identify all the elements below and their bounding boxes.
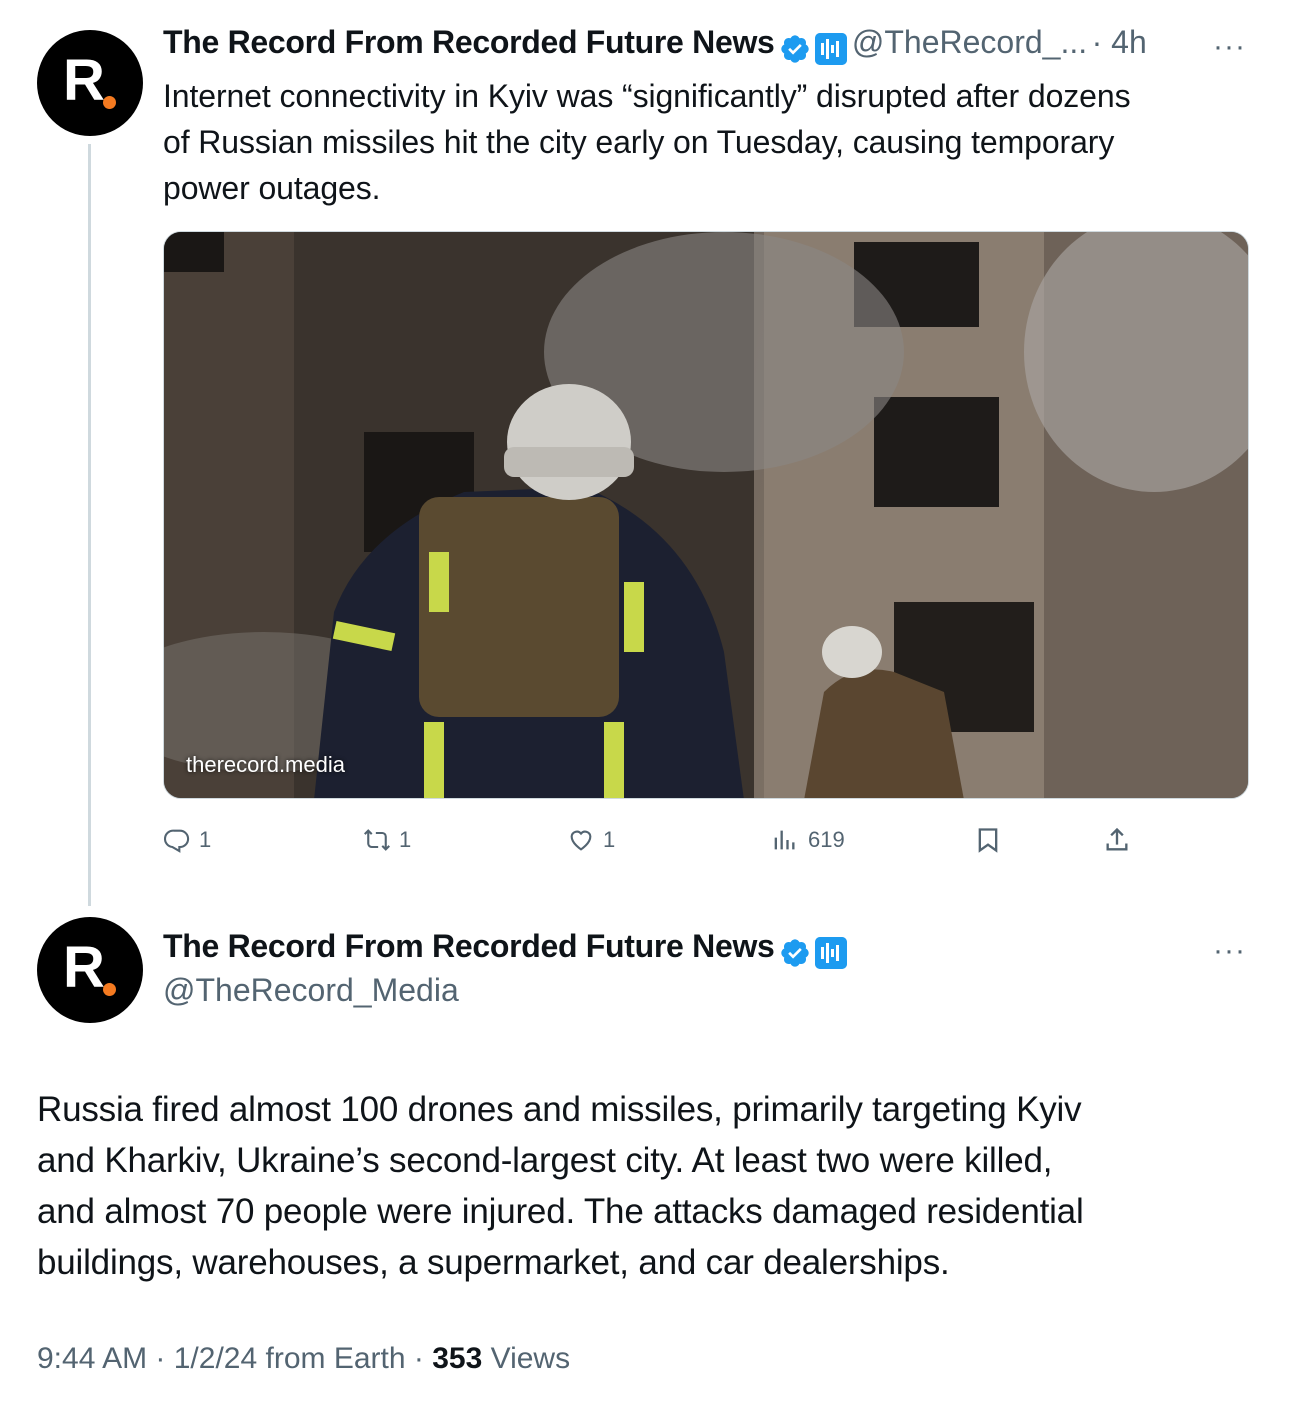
author-handle[interactable]: @TheRecord_Media <box>163 972 459 1009</box>
tweet1-text-line: Internet connectivity in Kyiv was “signi… <box>163 78 1131 114</box>
affiliate-icon[interactable] <box>815 32 848 65</box>
tweet1-text-line: of Russian missiles hit the city early o… <box>163 124 1115 160</box>
bookmark-icon <box>978 828 998 853</box>
views-button[interactable]: 619 <box>770 820 845 860</box>
tweet2-header: The Record From Recorded Future News <box>163 928 848 969</box>
tweet-time[interactable]: · 4h <box>1092 24 1147 60</box>
media-link-label[interactable]: therecord.media <box>186 752 345 778</box>
reply-button[interactable]: 1 <box>163 820 211 860</box>
avatar-letter: R <box>63 48 105 113</box>
views-label: Views <box>490 1342 571 1375</box>
tweet1-text: Internet connectivity in Kyiv was “signi… <box>163 73 1253 211</box>
avatar-dot <box>103 983 116 996</box>
tweet2-text-line: and almost 70 people were injured. The a… <box>37 1192 1084 1231</box>
views-total: 353 <box>432 1342 483 1375</box>
author-handle[interactable]: @TheRecord_... <box>852 24 1087 60</box>
views-icon <box>774 830 795 850</box>
tweet1-header: The Record From Recorded Future News @Th… <box>163 24 1147 65</box>
tweet2-text-line: buildings, warehouses, a supermarket, an… <box>37 1243 950 1282</box>
tweet2-text-line: and Kharkiv, Ukraine’s second-largest ci… <box>37 1141 1053 1180</box>
more-icon[interactable]: ··· <box>1213 30 1246 64</box>
bookmark-button[interactable] <box>974 820 1002 860</box>
repost-button[interactable]: 1 <box>363 820 411 860</box>
tweet2-text-line: Russia fired almost 100 drones and missi… <box>37 1090 1082 1129</box>
like-button[interactable]: 1 <box>567 820 615 860</box>
reply-count: 1 <box>199 827 212 852</box>
tweet-media-image[interactable]: therecord.media <box>163 231 1249 799</box>
more-icon[interactable]: ··· <box>1213 934 1246 968</box>
photo-scene <box>164 232 1248 798</box>
verified-icon <box>781 939 809 967</box>
views-count: 619 <box>808 827 845 852</box>
avatar-dot <box>103 96 116 109</box>
tweet-timestamp[interactable]: 9:44 AM <box>37 1342 147 1375</box>
thread-connector-line <box>88 144 91 906</box>
avatar[interactable]: R <box>37 917 143 1023</box>
repost-icon <box>364 829 390 851</box>
tweet-metadata: 9:44 AM · 1/2/24 from Earth · 353 Views <box>37 1342 570 1376</box>
repost-count: 1 <box>399 827 412 852</box>
reply-icon <box>163 829 190 853</box>
tweet1-text-line: power outages. <box>163 170 381 206</box>
avatar-letter: R <box>63 935 105 1000</box>
verified-icon <box>781 35 809 63</box>
tweet-date-source: · 1/2/24 from Earth · <box>155 1342 424 1375</box>
share-icon <box>1106 827 1128 851</box>
author-name[interactable]: The Record From Recorded Future News <box>163 24 775 60</box>
share-button[interactable] <box>1103 820 1131 860</box>
tweet2-text: Russia fired almost 100 drones and missi… <box>37 1084 1257 1288</box>
like-icon <box>570 830 592 851</box>
author-name[interactable]: The Record From Recorded Future News <box>163 928 775 964</box>
affiliate-icon[interactable] <box>815 936 848 969</box>
avatar[interactable]: R <box>37 30 143 136</box>
like-count: 1 <box>603 827 616 852</box>
